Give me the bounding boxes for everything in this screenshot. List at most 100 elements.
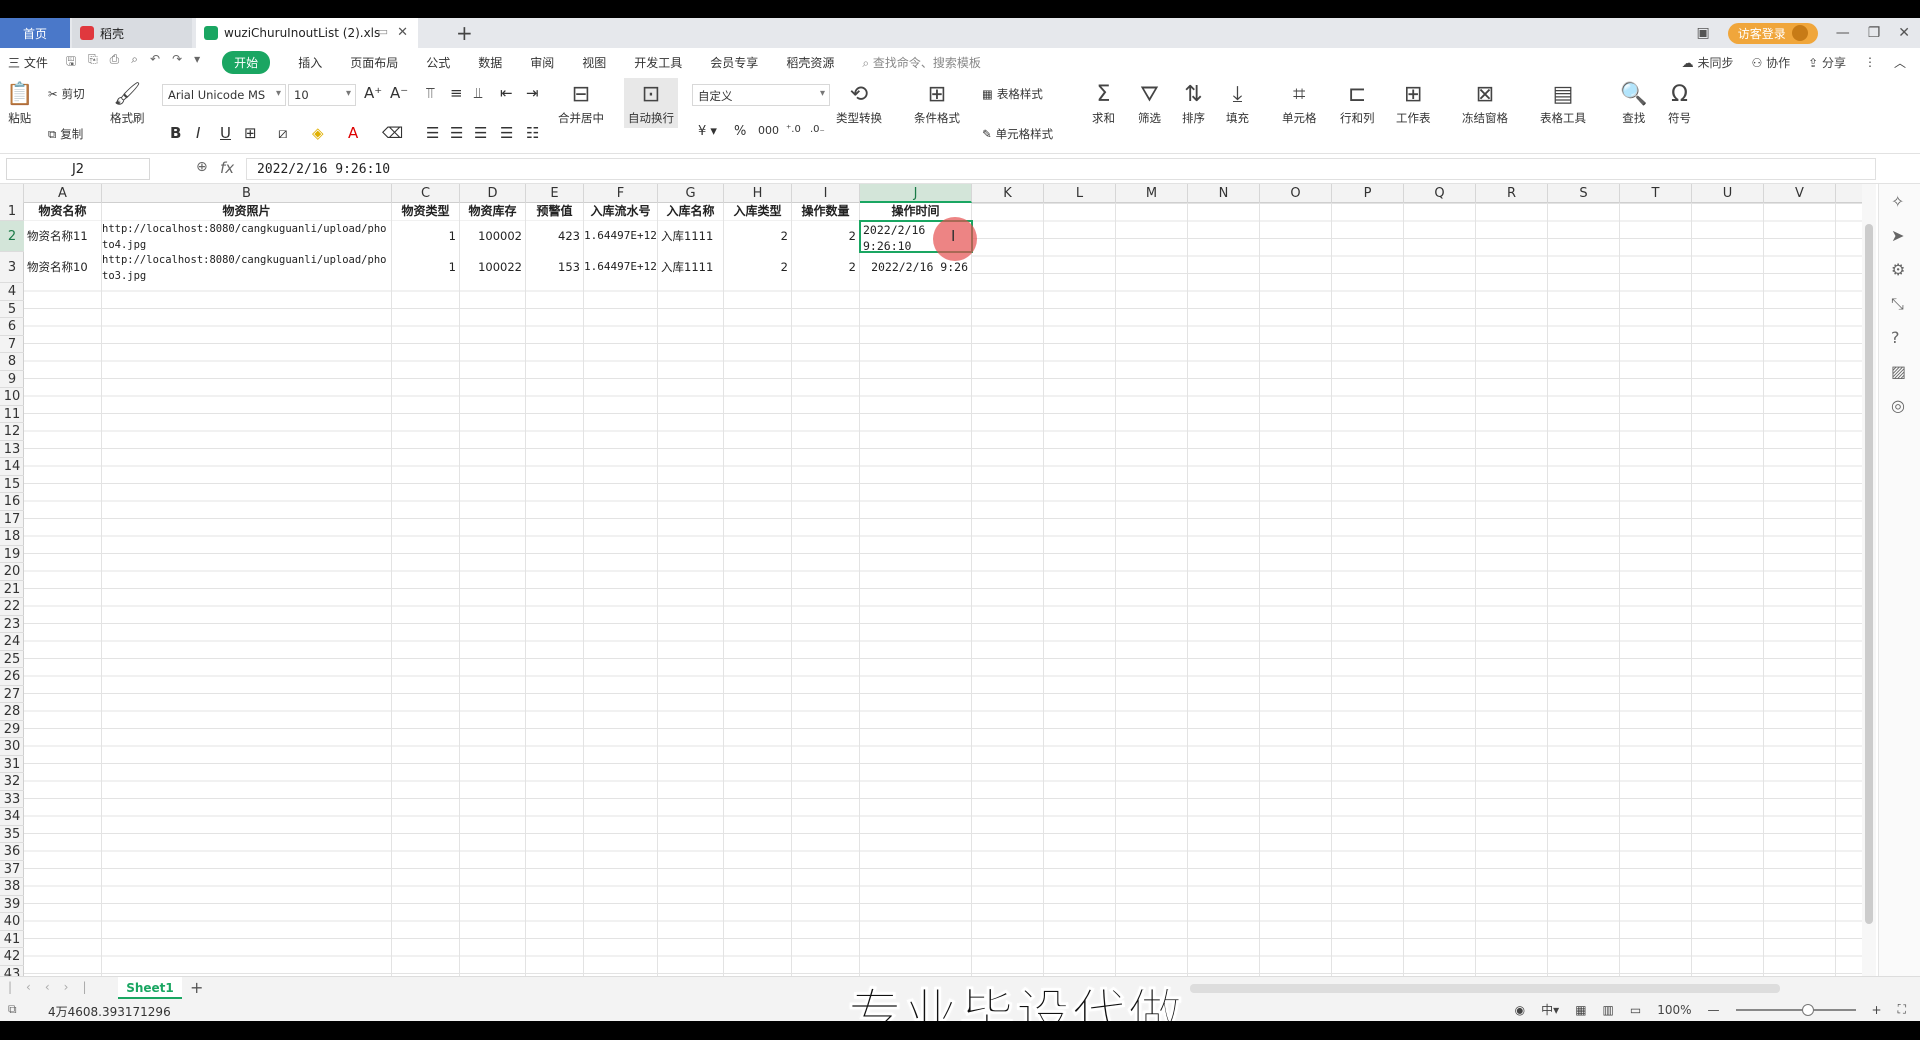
- row-header-19[interactable]: 19: [0, 546, 24, 563]
- table-style-button[interactable]: ▦ 表格样式: [982, 86, 1043, 102]
- row-header-7[interactable]: 7: [0, 336, 24, 353]
- paste-button[interactable]: 📋 粘贴: [6, 80, 33, 126]
- export-icon[interactable]: ⎘: [88, 52, 98, 73]
- undo-icon[interactable]: ↶: [150, 52, 160, 73]
- column-header-h[interactable]: H: [724, 184, 792, 203]
- zoom-formula-icon[interactable]: ⊕: [196, 159, 208, 175]
- row-header-33[interactable]: 33: [0, 791, 24, 808]
- zoom-level[interactable]: 100%: [1657, 1003, 1691, 1017]
- row-header-26[interactable]: 26: [0, 668, 24, 686]
- table-cell[interactable]: 153: [526, 252, 583, 282]
- menu-insert[interactable]: 插入: [298, 54, 322, 71]
- name-box[interactable]: J2: [6, 158, 150, 180]
- header-cell[interactable]: 物资照片: [102, 203, 391, 220]
- macro-icon[interactable]: ⧉: [8, 1002, 17, 1017]
- table-cell[interactable]: 物资名称10: [24, 252, 101, 282]
- format-painter-button[interactable]: 🖌 格式刷: [110, 80, 145, 126]
- cell-button[interactable]: ⌗ 单元格: [1282, 80, 1317, 126]
- sheet-nav-icons[interactable]: |‹‹›|: [8, 980, 100, 994]
- table-cell[interactable]: 2: [724, 221, 791, 251]
- table-cell[interactable]: 1.64497E+12: [584, 221, 657, 251]
- cut-button[interactable]: ✂ 剪切: [48, 86, 85, 102]
- help-icon[interactable]: ?: [1891, 328, 1900, 347]
- currency-icon[interactable]: ¥ ▾: [698, 124, 717, 139]
- align-left-icon[interactable]: ☰: [426, 124, 439, 142]
- justify-icon[interactable]: ☰: [500, 124, 513, 142]
- menu-formula[interactable]: 公式: [426, 54, 450, 71]
- font-color-icon[interactable]: A: [348, 124, 358, 142]
- row-header-34[interactable]: 34: [0, 808, 24, 826]
- row-header-31[interactable]: 31: [0, 756, 24, 773]
- bold-icon[interactable]: B: [170, 124, 181, 142]
- table-cell[interactable]: 1: [392, 252, 459, 282]
- row-header-16[interactable]: 16: [0, 493, 24, 511]
- merge-center-button[interactable]: ⊟ 合并居中: [558, 80, 604, 126]
- menu-review[interactable]: 审阅: [530, 54, 554, 71]
- align-top-icon[interactable]: ⫪: [426, 84, 434, 102]
- image-icon[interactable]: ▨: [1891, 362, 1906, 381]
- column-header-d[interactable]: D: [460, 184, 526, 203]
- column-header-j[interactable]: J: [860, 184, 972, 203]
- menu-page-layout[interactable]: 页面布局: [350, 54, 398, 71]
- thousands-icon[interactable]: 000: [758, 124, 779, 137]
- page-view-icon[interactable]: ▥: [1603, 1003, 1614, 1017]
- row-header-39[interactable]: 39: [0, 896, 24, 913]
- table-cell[interactable]: 入库1111: [658, 252, 723, 282]
- menu-developer[interactable]: 开发工具: [634, 54, 682, 71]
- find-button[interactable]: 🔍 查找: [1620, 80, 1647, 126]
- row-header-21[interactable]: 21: [0, 581, 24, 598]
- select-all-corner[interactable]: [0, 184, 24, 203]
- align-middle-icon[interactable]: ≡: [450, 84, 463, 102]
- row-header-30[interactable]: 30: [0, 738, 24, 756]
- column-header-i[interactable]: I: [792, 184, 860, 203]
- fullscreen-icon[interactable]: ⛶: [1898, 1002, 1906, 1017]
- row-header-36[interactable]: 36: [0, 843, 24, 861]
- add-sheet-button[interactable]: +: [190, 978, 203, 997]
- row-header-43[interactable]: 43: [0, 966, 24, 977]
- row-header-32[interactable]: 32: [0, 773, 24, 791]
- collab-button[interactable]: ⚇ 协作: [1751, 54, 1790, 71]
- increase-decimal-icon[interactable]: ⁺.0: [786, 124, 801, 135]
- normal-view-icon[interactable]: ▦: [1575, 1003, 1586, 1017]
- row-header-38[interactable]: 38: [0, 878, 24, 896]
- worksheet-button[interactable]: ⊞ 工作表: [1396, 80, 1431, 126]
- row-header-11[interactable]: 11: [0, 406, 24, 423]
- row-header-15[interactable]: 15: [0, 476, 24, 493]
- copy-button[interactable]: ⧉ 复制: [48, 126, 83, 142]
- column-header-q[interactable]: Q: [1404, 184, 1476, 203]
- column-header-u[interactable]: U: [1692, 184, 1764, 203]
- align-bottom-icon[interactable]: ⫫: [474, 84, 482, 102]
- filter-button[interactable]: ⛛ 筛选: [1138, 80, 1161, 126]
- font-size-select[interactable]: 10: [288, 84, 356, 106]
- column-header-r[interactable]: R: [1476, 184, 1548, 203]
- row-header-20[interactable]: 20: [0, 563, 24, 581]
- row-header-23[interactable]: 23: [0, 616, 24, 633]
- restore-icon[interactable]: ❐: [1868, 25, 1881, 41]
- row-header-35[interactable]: 35: [0, 826, 24, 843]
- fill-color-icon[interactable]: ◈: [312, 124, 324, 142]
- new-tab-button[interactable]: +: [456, 21, 473, 45]
- indent-decrease-icon[interactable]: ⇤: [500, 84, 513, 102]
- cell-format-icon[interactable]: ⧄: [278, 124, 288, 142]
- settings-icon[interactable]: ⚙: [1891, 260, 1905, 279]
- freeze-panes-button[interactable]: ⊠ 冻结窗格: [1462, 80, 1508, 126]
- column-header-f[interactable]: F: [584, 184, 658, 203]
- input-method-icon[interactable]: 中▾: [1541, 1001, 1559, 1018]
- row-header-29[interactable]: 29: [0, 721, 24, 738]
- header-cell[interactable]: 物资名称: [24, 203, 101, 220]
- cells-area[interactable]: 物资名称 物资照片 物资类型 物资库存 预警值 入库流水号 入库名称 入库类型 操作数量 操作时间…: [24, 203, 1862, 976]
- menu-view[interactable]: 视图: [582, 54, 606, 71]
- column-header-e[interactable]: E: [526, 184, 584, 203]
- spreadsheet-grid[interactable]: ABCDEFGHIJKLMNOPQRSTUV 1 2 3 4 5 6 7 8 9 10 11 12 13…: [0, 184, 1862, 976]
- header-cell[interactable]: 预警值: [526, 203, 583, 220]
- more-menu-icon[interactable]: ⋮: [1864, 55, 1876, 69]
- conditional-format-button[interactable]: ⊞ 条件格式: [914, 80, 960, 126]
- table-cell[interactable]: 2: [724, 252, 791, 282]
- preview-icon[interactable]: ⌕: [131, 52, 138, 73]
- type-convert-button[interactable]: ⟲ 类型转换: [836, 80, 882, 126]
- row-header-14[interactable]: 14: [0, 458, 24, 476]
- italic-icon[interactable]: I: [196, 124, 200, 142]
- row-header-8[interactable]: 8: [0, 353, 24, 371]
- row-header-27[interactable]: 27: [0, 686, 24, 703]
- sort-button[interactable]: ⇅ 排序: [1182, 80, 1205, 126]
